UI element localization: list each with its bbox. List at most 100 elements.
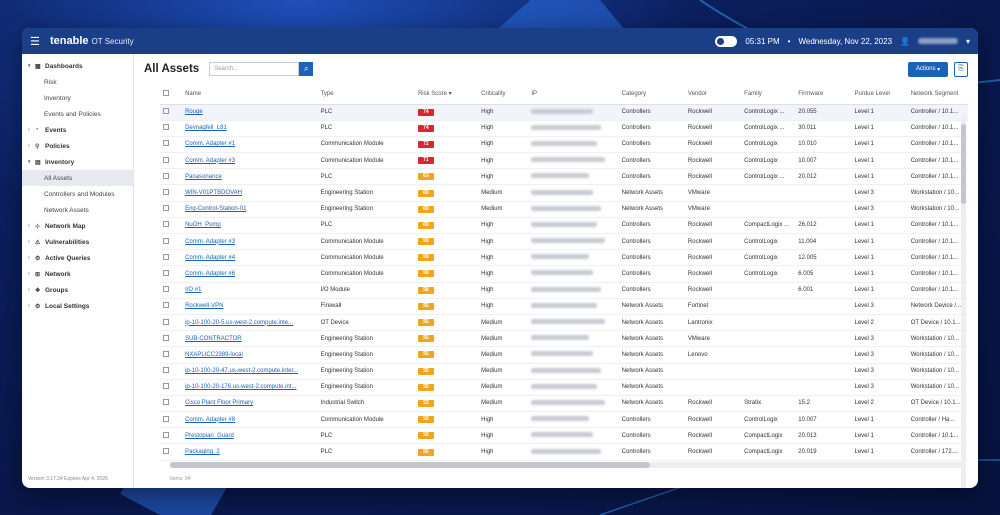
column-header[interactable]: Firmware: [795, 84, 852, 105]
table-row[interactable]: Comm. Adapter #6 Communication Module 59…: [160, 265, 968, 283]
asset-name-link[interactable]: I/O #1: [185, 287, 201, 293]
table-row[interactable]: Eng-Control-Station-01 Engineering Stati…: [160, 201, 968, 218]
row-checkbox[interactable]: [160, 136, 183, 154]
actions-button[interactable]: Actions ▾: [908, 61, 948, 77]
row-checkbox[interactable]: [160, 233, 183, 251]
table-row[interactable]: Prestopian_Guard PLC 50 High Controllers…: [160, 427, 968, 445]
row-checkbox[interactable]: [160, 443, 183, 461]
row-checkbox[interactable]: [160, 249, 183, 267]
table-row[interactable]: Devnagfell_L81 PLC 74 High Controllers R…: [160, 120, 968, 137]
row-checkbox[interactable]: [160, 265, 183, 283]
asset-name-link[interactable]: Comm. Adapter #4: [185, 255, 235, 261]
table-row[interactable]: Rouge PLC 74 High Controllers Rockwell C…: [160, 104, 968, 121]
table-row[interactable]: SUB-CONTRACTOR Engineering Station 55 Me…: [160, 330, 968, 348]
asset-name-link[interactable]: Packaging_2: [185, 449, 220, 455]
column-header[interactable]: IP: [528, 84, 619, 105]
chevron-right-icon[interactable]: ›: [28, 255, 35, 261]
sort-desc-icon[interactable]: ▾: [449, 91, 452, 97]
asset-name-link[interactable]: SUB-CONTRACTOR: [185, 336, 242, 342]
asset-name-link[interactable]: Devnagfell_L81: [185, 125, 227, 131]
asset-name-link[interactable]: ip-10-100-20-176.us-west-2.compute.int..…: [185, 384, 296, 390]
chevron-down-icon[interactable]: ▾: [966, 37, 970, 46]
sidebar-item-dashboards[interactable]: ▾ ▦ Dashboards: [22, 58, 133, 74]
search-icon[interactable]: ⌕: [299, 62, 314, 76]
sidebar-item-events[interactable]: › ◔ Events: [22, 122, 133, 138]
sidebar-subitem-events-and-policies[interactable]: Events and Policies: [22, 106, 133, 122]
sidebar-item-network-map[interactable]: › ⊹ Network Map: [22, 218, 133, 234]
asset-name-link[interactable]: Comm. Adapter #1: [185, 141, 235, 147]
sidebar-subitem-controllers-and-modules[interactable]: Controllers and Modules: [22, 186, 133, 202]
select-all-checkbox[interactable]: [160, 84, 183, 105]
chevron-down-icon[interactable]: ▾: [28, 63, 35, 69]
chevron-right-icon[interactable]: ›: [28, 271, 35, 277]
chevron-right-icon[interactable]: ›: [28, 287, 35, 293]
row-checkbox[interactable]: [160, 330, 183, 348]
asset-name-link[interactable]: Comm. Adapter #3: [185, 158, 235, 164]
chevron-down-icon[interactable]: ▾: [28, 159, 35, 165]
column-header[interactable]: Category: [618, 84, 685, 105]
table-row[interactable]: WIN-V01PTBDOVAH Engineering Station 60 M…: [160, 184, 968, 202]
row-checkbox[interactable]: [160, 298, 183, 315]
table-row[interactable]: Comm. Adapter #3 Communication Module 71…: [160, 152, 968, 170]
row-checkbox[interactable]: [160, 120, 183, 137]
table-row[interactable]: Rockwell-VPN Firewall 55 High Network As…: [160, 298, 968, 315]
table-row[interactable]: ip-10-100-20-176.us-west-2.compute.int..…: [160, 379, 968, 396]
asset-name-link[interactable]: Panasonance: [185, 174, 222, 180]
sidebar-subitem-risk[interactable]: Risk: [22, 74, 133, 90]
sidebar-item-policies[interactable]: › ⚲ Policies: [22, 138, 133, 154]
asset-name-link[interactable]: Rockwell-VPN: [185, 303, 223, 309]
table-row[interactable]: NuOH_Pump PLC 60 High Controllers Rockwe…: [160, 217, 968, 235]
row-checkbox[interactable]: [160, 184, 183, 202]
table-row[interactable]: ip-10-100-20-47.us-west-2.compute.inter.…: [160, 363, 968, 380]
sidebar-item-inventory[interactable]: ▾ ▤ Inventory: [22, 154, 133, 170]
row-checkbox[interactable]: [160, 314, 183, 332]
row-checkbox[interactable]: [160, 379, 183, 396]
column-header[interactable]: Purdue Level: [851, 84, 908, 105]
column-header[interactable]: Risk Score ▾: [414, 84, 479, 105]
asset-name-link[interactable]: Prestopian_Guard: [185, 433, 234, 439]
vertical-scrollbar[interactable]: [961, 114, 966, 488]
menu-icon[interactable]: ☰: [30, 35, 44, 48]
asset-name-link[interactable]: Comm. Adapter #3: [185, 239, 235, 245]
table-row[interactable]: Comm. Adapter #3 Communication Module 59…: [160, 233, 968, 251]
chevron-right-icon[interactable]: ›: [28, 127, 35, 133]
table-row[interactable]: Cisco Plant Floor Primary Industrial Swi…: [160, 395, 968, 413]
table-row[interactable]: Packaging_2 PLC 50 High Controllers Rock…: [160, 443, 968, 461]
asset-name-link[interactable]: WIN-V01PTBDOVAH: [185, 190, 242, 196]
column-header[interactable]: Vendor: [684, 84, 742, 105]
search-input[interactable]: Search...: [209, 62, 300, 76]
column-header[interactable]: Type: [317, 84, 415, 105]
column-header[interactable]: Criticality: [478, 84, 529, 105]
asset-name-link[interactable]: ip-10-100-20-5.us-west-2.compute.inte...: [185, 320, 293, 326]
table-row[interactable]: Comm. Adapter #8 Communication Module 50…: [160, 411, 968, 429]
chevron-right-icon[interactable]: ›: [28, 303, 35, 309]
sidebar-item-groups[interactable]: › ❖ Groups: [22, 282, 133, 298]
row-checkbox[interactable]: [160, 427, 183, 445]
column-header[interactable]: Network Segment: [907, 84, 968, 105]
sidebar-item-network[interactable]: › ⊞ Network: [22, 266, 133, 282]
row-checkbox[interactable]: [160, 282, 183, 299]
row-checkbox[interactable]: [160, 411, 183, 429]
asset-name-link[interactable]: Comm. Adapter #8: [185, 417, 235, 423]
asset-name-link[interactable]: Comm. Adapter #6: [185, 271, 235, 277]
table-row[interactable]: Panasonance PLC 63 High Controllers Rock…: [160, 168, 968, 186]
table-row[interactable]: NXAPLICC2389-local Engineering Station 5…: [160, 346, 968, 364]
row-checkbox[interactable]: [160, 363, 183, 380]
theme-toggle[interactable]: [715, 35, 738, 47]
row-checkbox[interactable]: [160, 217, 183, 235]
sidebar-item-local-settings[interactable]: › ⚙ Local Settings: [22, 298, 133, 314]
asset-name-link[interactable]: NuOH_Pump: [185, 222, 221, 228]
row-checkbox[interactable]: [160, 168, 183, 186]
row-checkbox[interactable]: [160, 152, 183, 170]
table-row[interactable]: I/O #1 I/O Module 58 High Controllers Ro…: [160, 282, 968, 299]
table-row[interactable]: Comm. Adapter #1 Communication Module 72…: [160, 136, 968, 154]
sidebar-item-active-queries[interactable]: › ⚙ Active Queries: [22, 250, 133, 266]
table-row[interactable]: ip-10-100-20-5.us-west-2.compute.inte...…: [160, 314, 968, 332]
chevron-right-icon[interactable]: ›: [28, 143, 35, 149]
asset-name-link[interactable]: NXAPLICC2389-local: [185, 352, 243, 358]
sidebar-subitem-all-assets[interactable]: All Assets: [22, 170, 133, 186]
table-row[interactable]: Comm. Adapter #4 Communication Module 59…: [160, 249, 968, 267]
asset-name-link[interactable]: Rouge: [185, 109, 203, 115]
row-checkbox[interactable]: [160, 395, 183, 413]
row-checkbox[interactable]: [160, 201, 183, 218]
